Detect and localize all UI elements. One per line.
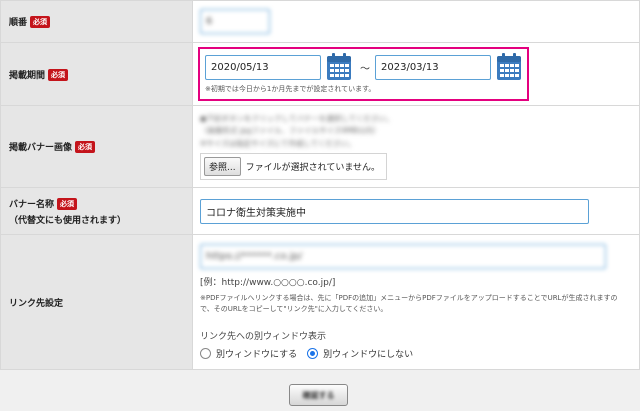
radio-label: 別ウィンドウにする bbox=[216, 350, 298, 360]
link-url-input[interactable] bbox=[200, 244, 606, 269]
period-highlight: ～ ※初期では今日から1か月先までが設定されています。 bbox=[198, 47, 529, 101]
banner-form-table: 順番必須 掲載期間必須 bbox=[0, 0, 640, 370]
label-text: バナー名称 bbox=[9, 199, 55, 210]
start-date-input[interactable] bbox=[205, 54, 321, 80]
row-banner-image: 掲載バナー画像 必須 ●下記ボタンをクリックしてバナーを選択してください。 （画像… bbox=[0, 105, 640, 188]
value-banner-image: ●下記ボタンをクリックしてバナーを選択してください。 （画像形式 jpgファイル… bbox=[192, 105, 640, 188]
confirm-button[interactable]: 確認する bbox=[289, 384, 348, 406]
end-date-input[interactable] bbox=[375, 54, 491, 80]
banner-instructions: ●下記ボタンをクリックしてバナーを選択してください。 （画像形式 jpgファイル… bbox=[200, 113, 639, 151]
required-badge: 必須 bbox=[30, 16, 51, 28]
label-text: 掲載バナー画像 bbox=[9, 143, 73, 153]
label-link: リンク先設定 bbox=[0, 234, 193, 370]
label-text: リンク先設定 bbox=[9, 298, 64, 309]
file-input: 参照... ファイルが選択されていません。 bbox=[200, 153, 388, 181]
radio-new-window[interactable]: 別ウィンドウにする bbox=[200, 347, 297, 360]
label-period: 掲載期間 必須 bbox=[0, 42, 193, 106]
link-example: [例：http://www.○○○○.co.jp/] bbox=[200, 278, 336, 288]
row-order: 順番 必須 bbox=[0, 0, 640, 43]
row-banner-name: バナー名称 必須 （代替文にも使用されます） bbox=[0, 187, 640, 235]
calendar-icon[interactable] bbox=[326, 53, 352, 81]
instruction-line: ※サイズは指定サイズにて作成してください。 bbox=[200, 138, 356, 148]
period-note: ※初期では今日から1か月先までが設定されています。 bbox=[205, 85, 376, 93]
required-badge: 必須 bbox=[48, 68, 69, 81]
confirm-label: 確認する bbox=[302, 390, 335, 400]
label-text: 順番 bbox=[9, 18, 28, 28]
label-text: 掲載期間 bbox=[9, 70, 46, 81]
label-banner-image: 掲載バナー画像 必須 bbox=[0, 105, 193, 188]
calendar-icon[interactable] bbox=[496, 53, 522, 81]
link-note: ※PDFファイルへリンクする場合は、先に「PDFの追加」メニューからPDFファイ… bbox=[200, 294, 618, 313]
row-link: リンク先設定 [例：http://www.○○○○.co.jp/] ※PDFファ… bbox=[0, 234, 640, 370]
browse-button[interactable]: 参照... bbox=[204, 157, 241, 177]
label-sub: （代替文にも使用されます） bbox=[9, 215, 127, 226]
label-banner-name: バナー名称 必須 （代替文にも使用されます） bbox=[0, 187, 193, 235]
value-order bbox=[192, 0, 640, 43]
value-banner-name bbox=[192, 187, 640, 235]
radio-same-window[interactable]: 別ウィンドウにしない bbox=[307, 347, 413, 360]
instruction-line: （画像形式 jpgファイル、ファイルサイズ4MB以内） bbox=[200, 126, 381, 136]
window-option-group: 別ウィンドウにする 別ウィンドウにしない bbox=[200, 347, 639, 360]
label-order: 順番 必須 bbox=[0, 0, 193, 43]
file-status: ファイルが選択されていません。 bbox=[245, 163, 381, 174]
radio-same-window-indicator[interactable] bbox=[307, 348, 319, 359]
order-input[interactable] bbox=[200, 9, 270, 34]
required-badge: 必須 bbox=[57, 197, 78, 210]
required-badge: 必須 bbox=[75, 141, 96, 153]
date-separator: ～ bbox=[360, 63, 370, 75]
row-period: 掲載期間必須 ～ bbox=[0, 42, 640, 106]
banner-name-input[interactable] bbox=[200, 198, 589, 224]
window-option-label: リンク先への別ウィンドウ表示 bbox=[200, 332, 327, 342]
instruction-line: ●下記ボタンをクリックしてバナーを選択してください。 bbox=[200, 113, 394, 123]
value-period: ～ ※初期では今日から1か月先までが設定されています。 bbox=[192, 42, 640, 106]
value-link: [例：http://www.○○○○.co.jp/] ※PDFファイルへリンクす… bbox=[192, 234, 640, 370]
radio-label: 別ウィンドウにしない bbox=[323, 350, 414, 360]
radio-new-window-indicator[interactable] bbox=[200, 348, 211, 359]
